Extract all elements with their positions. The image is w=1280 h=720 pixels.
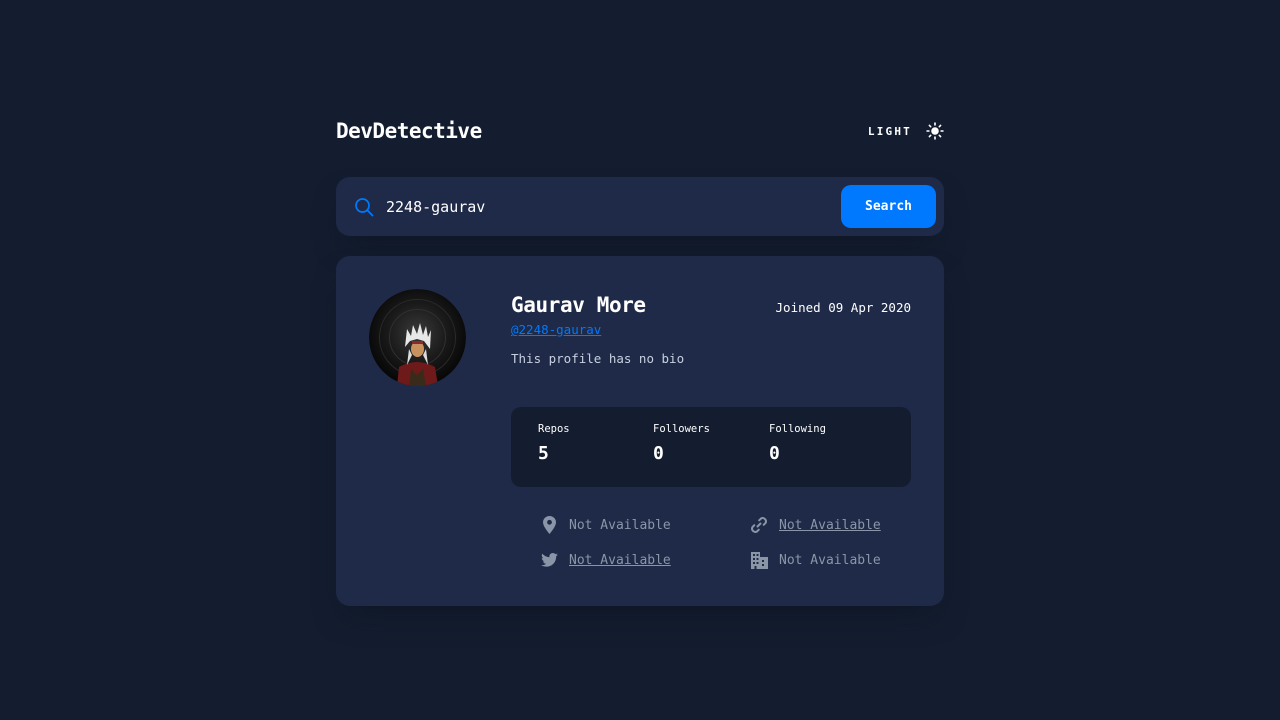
stat-repos-label: Repos	[538, 423, 570, 435]
twitter-link[interactable]: Not Available	[569, 553, 671, 568]
sun-icon	[926, 122, 944, 140]
profile-info: Gaurav More Joined 09 Apr 2020 @2248-gau…	[511, 293, 911, 366]
stat-following: Following 0	[769, 423, 826, 464]
theme-toggle-label: LIGHT	[867, 124, 912, 138]
theme-toggle-button[interactable]: LIGHT	[868, 122, 944, 140]
company-item: Not Available	[750, 550, 881, 570]
stat-repos-value: 5	[538, 443, 549, 464]
link-icon	[751, 517, 767, 533]
twitter-icon	[540, 553, 558, 567]
stat-repos: Repos 5	[538, 423, 570, 464]
app-title: DevDetective	[336, 119, 482, 143]
stat-following-label: Following	[769, 423, 826, 435]
profile-name: Gaurav More	[511, 293, 646, 317]
stat-following-value: 0	[769, 443, 780, 464]
building-icon	[750, 551, 768, 569]
website-item[interactable]: Not Available	[750, 515, 881, 535]
stat-followers-label: Followers	[653, 423, 710, 435]
stats-panel: Repos 5 Followers 0 Following 0	[511, 407, 911, 487]
app-header: DevDetective LIGHT	[336, 110, 944, 152]
stat-followers: Followers 0	[653, 423, 710, 464]
name-row: Gaurav More Joined 09 Apr 2020	[511, 293, 911, 317]
company-text: Not Available	[779, 552, 881, 568]
twitter-item[interactable]: Not Available	[540, 550, 671, 570]
website-link[interactable]: Not Available	[779, 518, 881, 533]
profile-login-link[interactable]: @2248-gaurav	[511, 322, 601, 337]
profile-links: Not Available Not Available Not Availabl…	[511, 512, 911, 582]
search-input[interactable]	[386, 177, 841, 236]
location-text: Not Available	[569, 517, 671, 533]
search-button[interactable]: Search	[841, 185, 936, 228]
location-item: Not Available	[540, 515, 671, 535]
profile-bio: This profile has no bio	[511, 351, 685, 366]
app-container: DevDetective LIGHT 2248-gaurav Search Ga…	[336, 110, 944, 606]
search-icon	[355, 197, 374, 216]
search-bar: Search	[336, 177, 944, 236]
profile-card: Gaurav More Joined 09 Apr 2020 @2248-gau…	[336, 256, 944, 606]
avatar	[369, 289, 466, 386]
joined-date: Joined 09 Apr 2020	[775, 300, 911, 315]
stat-followers-value: 0	[653, 443, 664, 464]
location-pin-icon	[542, 516, 556, 534]
